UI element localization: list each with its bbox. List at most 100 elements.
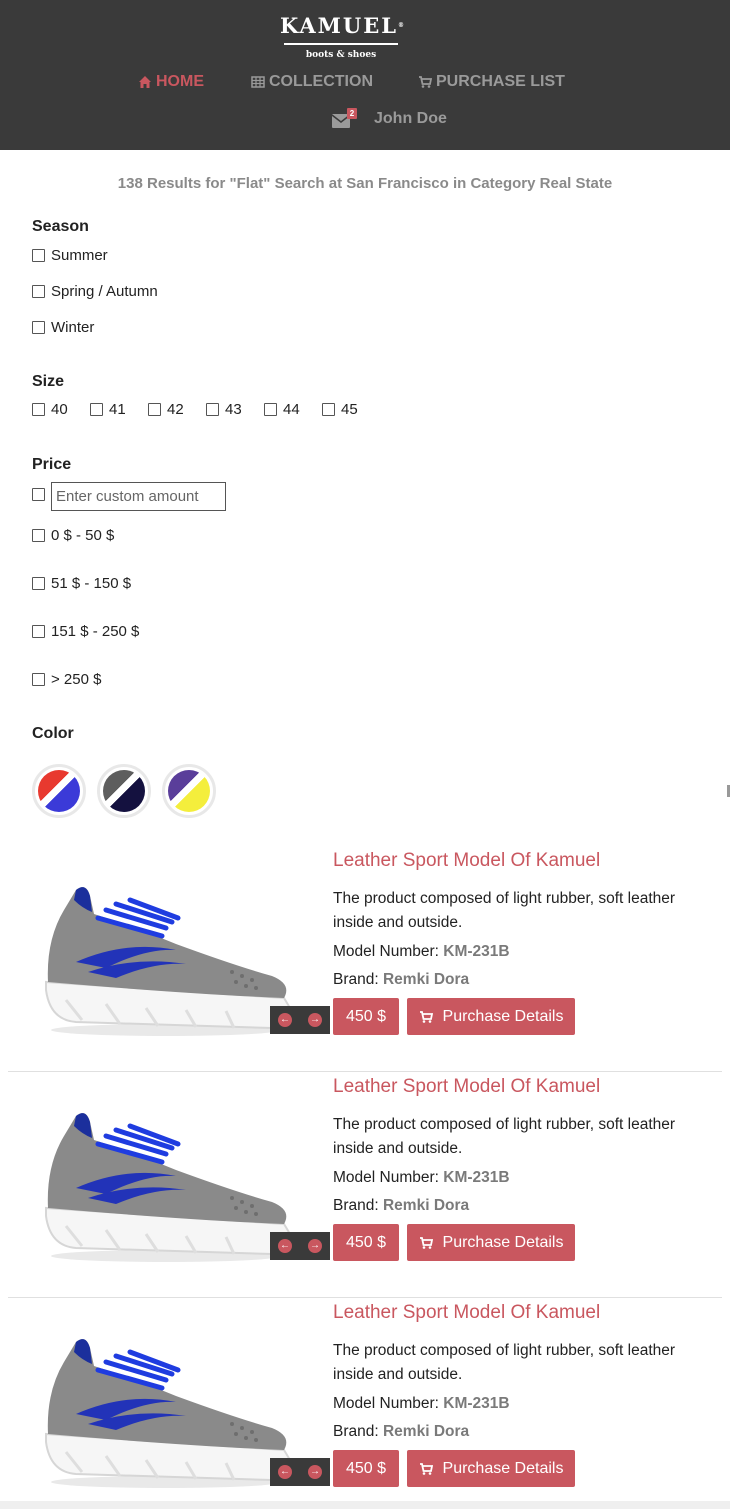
season-option-summer[interactable]: Summer bbox=[32, 247, 108, 264]
size-option-label: 42 bbox=[167, 401, 184, 418]
user-name[interactable]: John Doe bbox=[374, 110, 447, 128]
price-option-label: 51 $ - 150 $ bbox=[51, 575, 132, 592]
checkbox[interactable] bbox=[32, 577, 45, 590]
size-option-45[interactable]: 45 bbox=[322, 401, 380, 418]
size-label: Size bbox=[32, 373, 65, 390]
checkbox[interactable] bbox=[148, 403, 161, 416]
brand-value: Remki Dora bbox=[382, 1197, 470, 1214]
nav-collection-label: COLLECTION bbox=[269, 73, 373, 90]
product-brand: Brand: Remki Dora bbox=[333, 1197, 469, 1215]
product-model: Model Number: KM-231B bbox=[333, 943, 510, 961]
size-option-label: 45 bbox=[341, 401, 358, 418]
purchase-details-button[interactable]: Purchase Details bbox=[407, 1450, 575, 1487]
purchase-details-label: Purchase Details bbox=[442, 1459, 564, 1477]
cart-icon bbox=[419, 76, 432, 88]
purchase-details-label: Purchase Details bbox=[442, 1233, 564, 1251]
messages-badge: 2 bbox=[347, 108, 357, 119]
size-option-label: 43 bbox=[225, 401, 242, 418]
model-label: Model Number: bbox=[333, 1169, 439, 1186]
season-label: Season bbox=[32, 218, 89, 235]
product-title[interactable]: Leather Sport Model Of Kamuel bbox=[333, 1302, 600, 1324]
arrow-right-icon[interactable]: → bbox=[308, 1239, 322, 1253]
price-button[interactable]: 450 $ bbox=[333, 1450, 399, 1487]
brand-registered: ® bbox=[398, 22, 407, 29]
size-option-42[interactable]: 42 bbox=[148, 401, 206, 418]
product-description: The product composed of light rubber, so… bbox=[333, 890, 676, 931]
purchase-details-label: Purchase Details bbox=[442, 1007, 564, 1025]
results-title: 138 Results for "Flat" Search at San Fra… bbox=[117, 175, 613, 192]
nav-collection[interactable]: COLLECTION bbox=[251, 72, 373, 92]
brand-name: KAMUEL bbox=[279, 13, 399, 38]
swatch-fill bbox=[38, 770, 80, 812]
product-card: ← → Leather Sport Model Of Kamuel The pr… bbox=[0, 1302, 730, 1509]
price-button[interactable]: 450 $ bbox=[333, 1224, 399, 1261]
image-carousel-controls: ← → bbox=[270, 1458, 330, 1486]
color-swatch-gray-navy[interactable] bbox=[97, 764, 151, 818]
product-image[interactable] bbox=[36, 1322, 298, 1492]
price-option-over-250[interactable]: > 250 $ bbox=[32, 671, 101, 688]
color-swatch-red-blue[interactable] bbox=[32, 764, 86, 818]
checkbox[interactable] bbox=[32, 403, 45, 416]
season-option-spring-autumn[interactable]: Spring / Autumn bbox=[32, 283, 158, 300]
brand-label: Brand: bbox=[333, 971, 379, 988]
grid-icon bbox=[251, 76, 265, 88]
brand-logo[interactable]: KAMUEL® boots & shoes bbox=[278, 12, 408, 64]
size-option-41[interactable]: 41 bbox=[90, 401, 148, 418]
arrow-left-icon[interactable]: ← bbox=[278, 1013, 292, 1027]
size-option-label: 44 bbox=[283, 401, 300, 418]
color-label: Color bbox=[32, 725, 74, 742]
bottom-scroll-bar bbox=[0, 1501, 730, 1509]
top-header: KAMUEL® boots & shoes HOME COLLECTION PU… bbox=[0, 0, 730, 150]
home-icon bbox=[139, 76, 151, 88]
nav-home[interactable]: HOME bbox=[138, 72, 204, 92]
user-row: 2 John Doe bbox=[332, 108, 447, 128]
arrow-left-icon[interactable]: ← bbox=[278, 1465, 292, 1479]
arrow-left-icon[interactable]: ← bbox=[278, 1239, 292, 1253]
size-option-43[interactable]: 43 bbox=[206, 401, 264, 418]
price-option-label: 0 $ - 50 $ bbox=[51, 527, 115, 544]
cart-icon bbox=[419, 1236, 433, 1249]
divider bbox=[8, 1071, 722, 1072]
arrow-right-icon[interactable]: → bbox=[308, 1013, 322, 1027]
checkbox[interactable] bbox=[32, 488, 45, 501]
arrow-right-icon[interactable]: → bbox=[308, 1465, 322, 1479]
purchase-details-button[interactable]: Purchase Details bbox=[407, 998, 575, 1035]
custom-amount-input[interactable] bbox=[51, 482, 226, 511]
size-options: 40 41 42 43 44 45 bbox=[32, 401, 380, 418]
checkbox[interactable] bbox=[264, 403, 277, 416]
image-carousel-controls: ← → bbox=[270, 1232, 330, 1260]
checkbox[interactable] bbox=[322, 403, 335, 416]
model-label: Model Number: bbox=[333, 943, 439, 960]
color-swatch-purple-yellow[interactable] bbox=[162, 764, 216, 818]
size-option-label: 40 bbox=[51, 401, 68, 418]
checkbox[interactable] bbox=[32, 625, 45, 638]
product-brand: Brand: Remki Dora bbox=[333, 971, 469, 989]
purchase-details-button[interactable]: Purchase Details bbox=[407, 1224, 575, 1261]
checkbox[interactable] bbox=[206, 403, 219, 416]
checkbox[interactable] bbox=[32, 285, 45, 298]
checkbox[interactable] bbox=[32, 529, 45, 542]
season-option-label: Spring / Autumn bbox=[51, 283, 158, 300]
size-option-44[interactable]: 44 bbox=[264, 401, 322, 418]
checkbox[interactable] bbox=[32, 673, 45, 686]
product-brand: Brand: Remki Dora bbox=[333, 1423, 469, 1441]
season-option-label: Summer bbox=[51, 247, 108, 264]
swatch-fill bbox=[103, 770, 145, 812]
nav-purchase-list[interactable]: PURCHASE LIST bbox=[418, 72, 565, 92]
size-option-40[interactable]: 40 bbox=[32, 401, 90, 418]
checkbox[interactable] bbox=[32, 321, 45, 334]
price-button[interactable]: 450 $ bbox=[333, 998, 399, 1035]
checkbox[interactable] bbox=[32, 249, 45, 262]
price-option-0-50[interactable]: 0 $ - 50 $ bbox=[32, 527, 114, 544]
product-title[interactable]: Leather Sport Model Of Kamuel bbox=[333, 1076, 600, 1098]
product-image[interactable] bbox=[36, 870, 298, 1040]
season-option-winter[interactable]: Winter bbox=[32, 319, 94, 336]
image-carousel-controls: ← → bbox=[270, 1006, 330, 1034]
price-option-151-250[interactable]: 151 $ - 250 $ bbox=[32, 623, 139, 640]
messages-button[interactable]: 2 bbox=[332, 108, 357, 128]
model-number: KM-231B bbox=[443, 1395, 510, 1412]
product-title[interactable]: Leather Sport Model Of Kamuel bbox=[333, 850, 600, 872]
checkbox[interactable] bbox=[90, 403, 103, 416]
price-option-51-150[interactable]: 51 $ - 150 $ bbox=[32, 575, 131, 592]
product-image[interactable] bbox=[36, 1096, 298, 1266]
